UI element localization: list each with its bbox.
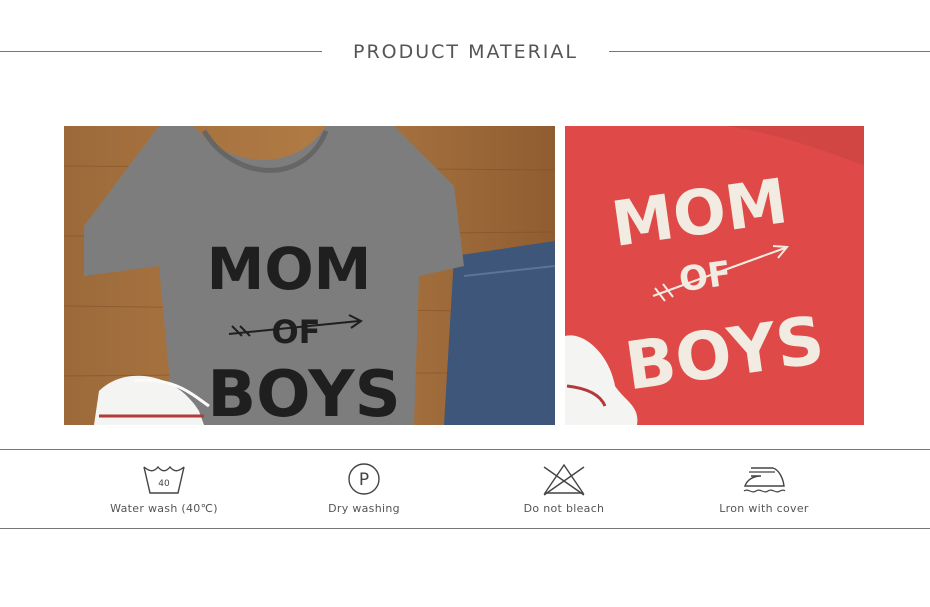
care-item-water-wash: 40 Water wash (40℃) bbox=[64, 462, 264, 515]
care-item-iron-with-cover: Lron with cover bbox=[664, 462, 864, 515]
wash-temperature: 40 bbox=[158, 479, 170, 489]
dry-clean-letter: P bbox=[359, 470, 369, 490]
shirt-text-line-2: OF bbox=[271, 313, 320, 351]
no-bleach-icon bbox=[543, 463, 585, 496]
care-item-dry-washing: P Dry washing bbox=[264, 462, 464, 515]
product-photo-grey-shirt: MOM OF BOYS bbox=[64, 126, 555, 425]
care-label-water-wash: Water wash (40℃) bbox=[110, 502, 218, 515]
care-label-no-bleach: Do not bleach bbox=[523, 502, 605, 515]
iron-icon bbox=[743, 467, 786, 493]
shirt-text-line-3: BOYS bbox=[207, 358, 400, 425]
care-item-no-bleach: Do not bleach bbox=[464, 462, 664, 515]
header-divider-right bbox=[609, 51, 930, 52]
dry-clean-icon: P bbox=[348, 463, 380, 495]
section-header: PRODUCT MATERIAL bbox=[0, 0, 930, 104]
care-label-iron-with-cover: Lron with cover bbox=[719, 502, 809, 515]
product-photo-red-shirt: MOM OF BOYS bbox=[565, 126, 864, 425]
header-divider-left bbox=[0, 51, 322, 52]
wash-tub-icon: 40 bbox=[143, 465, 185, 494]
shirt-text-line-1: MOM bbox=[207, 235, 372, 303]
care-label-dry-washing: Dry washing bbox=[328, 502, 400, 515]
section-title: PRODUCT MATERIAL bbox=[353, 41, 578, 63]
care-instructions-bar: 40 Water wash (40℃) P Dry washing Do not… bbox=[0, 449, 930, 529]
